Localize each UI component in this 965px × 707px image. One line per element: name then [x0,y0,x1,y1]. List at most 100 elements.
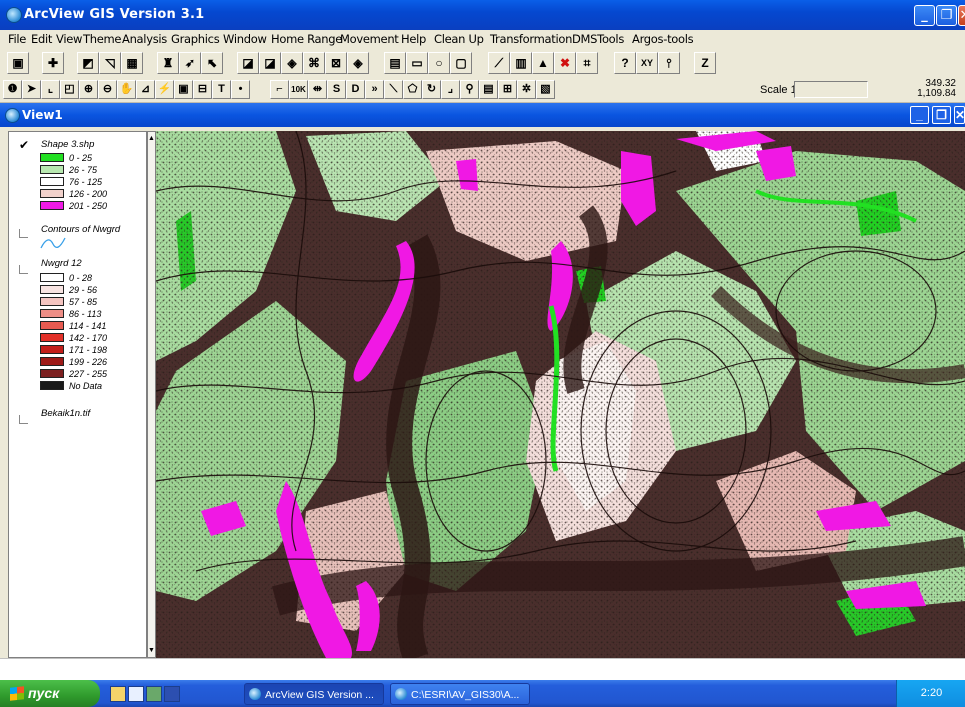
measure-icon[interactable]: ⊿ [136,80,155,99]
grid-icon[interactable]: ⊞ [498,80,517,99]
z-button[interactable]: Z [694,52,716,74]
menu-view[interactable]: View [56,32,82,46]
move-icon[interactable]: ⇹ [308,80,327,99]
zoom-active-icon[interactable]: ◪ [259,52,281,74]
draw-point-icon[interactable]: • [231,80,250,99]
theme-name-contours[interactable]: Contours of Nwgrd [41,224,120,235]
zoom-previous-icon[interactable]: ◈ [347,52,369,74]
zoom-full-icon[interactable]: ◪ [237,52,259,74]
text-tool-icon[interactable]: T [212,80,231,99]
start-button[interactable]: пуск [0,680,100,707]
view-restore-button[interactable]: ❐ [932,106,951,124]
menu-window[interactable]: Window [223,32,267,46]
scroll-up-arrow-icon[interactable]: ▲ [148,134,155,143]
menu-home-range[interactable]: Home Range [271,32,342,46]
identify-icon[interactable]: ❶ [3,80,22,99]
theme-checkbox-nwgrd12[interactable] [19,265,28,274]
shade-icon[interactable]: ✲ [517,80,536,99]
locate-address-icon[interactable]: ➶ [179,52,201,74]
map-display[interactable] [156,131,965,658]
zoom-selected-icon[interactable]: ◈ [281,52,303,74]
app-quicklaunch-icon[interactable] [146,686,162,702]
chart-icon[interactable]: ⟋ [488,52,510,74]
app-close-button[interactable]: ✕ [958,5,965,26]
theme-checkbox-shape3[interactable]: ✔ [19,139,29,151]
theme-checkbox-contours[interactable] [19,229,28,238]
rotate-icon[interactable]: ↻ [422,80,441,99]
app-restore-button[interactable]: ❐ [936,5,957,26]
hot-link-icon[interactable]: ⚡ [155,80,174,99]
pointer-icon[interactable]: ➤ [22,80,41,99]
taskbar: пуск ArcView GIS Version ... C:\ESRI\AV_… [0,680,965,707]
circle-select-icon[interactable]: ○ [428,52,450,74]
word-quicklaunch-icon[interactable] [164,686,180,702]
tenk-icon[interactable]: 10K [289,80,308,99]
query-builder-icon[interactable]: ⬉ [201,52,223,74]
clear-selection-icon[interactable]: ▢ [450,52,472,74]
app-minimize-button[interactable]: _ [914,5,935,26]
theme-name-nwgrd12[interactable]: Nwgrd 12 [41,258,82,269]
extent-icon[interactable]: ⌗ [576,52,598,74]
buffer-icon[interactable]: ▤ [479,80,498,99]
zoom-in-icon[interactable]: ⌘ [303,52,325,74]
menu-analysis[interactable]: Analysis [122,32,167,46]
menu-dmstools[interactable]: DMSTools [572,32,624,46]
select-feature-icon[interactable]: ▤ [384,52,406,74]
find-icon[interactable]: ♜ [157,52,179,74]
theme-name-shape3[interactable]: Shape 3.shp [41,139,94,150]
label-icon[interactable]: ⊟ [193,80,212,99]
theme-checkbox-bekaik[interactable] [19,415,28,424]
snap-icon[interactable]: ⌟ [441,80,460,99]
vertex-edit-icon[interactable]: ⌞ [41,80,60,99]
cursor-coordinates: 349.32 1,109.84 [910,79,956,99]
mountain-icon[interactable]: ▲ [532,52,554,74]
line-icon[interactable]: ⟍ [384,80,403,99]
polygon-icon[interactable]: ⬠ [403,80,422,99]
menu-argos-tools[interactable]: Argos-tools [632,32,694,46]
remove-icon[interactable]: ✖ [554,52,576,74]
select-features-icon[interactable]: ◰ [60,80,79,99]
scroll-down-arrow-icon[interactable]: ▼ [148,646,155,655]
view-close-button[interactable]: ✕ [954,106,965,124]
menu-edit[interactable]: Edit [31,32,52,46]
hatch-icon[interactable]: ▧ [536,80,555,99]
toc-scrollbar[interactable]: ▲ ▼ [147,131,156,658]
theme-properties-icon[interactable]: ◩ [77,52,99,74]
legend-range: 227 - 255 [69,369,108,379]
scale-input[interactable] [794,81,868,98]
windows-logo-icon [10,686,24,701]
zoom-out-tool-icon[interactable]: ⊖ [98,80,117,99]
pan-icon[interactable]: ✋ [117,80,136,99]
menu-file[interactable]: File [8,32,26,46]
search-icon[interactable]: ⚲ [460,80,479,99]
menu-clean-up[interactable]: Clean Up [434,32,484,46]
open-table-icon[interactable]: ▦ [121,52,143,74]
zoom-in-tool-icon[interactable]: ⊕ [79,80,98,99]
folder-quicklaunch-icon[interactable] [110,686,126,702]
theme-name-bekaik[interactable]: Bekaik1n.tif [41,408,90,419]
menu-movement[interactable]: Movement [340,32,399,46]
menu-help[interactable]: Help [401,32,426,46]
menu-theme[interactable]: Theme [83,32,121,46]
menu-transformation[interactable]: Transformation [490,32,572,46]
snap-grid-icon[interactable]: ⌐ [270,80,289,99]
view-minimize-button[interactable]: _ [910,106,929,124]
s-button[interactable]: S [327,80,346,99]
area-of-interest-icon[interactable]: ▣ [174,80,193,99]
edit-legend-icon[interactable]: ◹ [99,52,121,74]
task-explorer[interactable]: C:\ESRI\AV_GIS30\A... [390,683,530,705]
menu-graphics[interactable]: Graphics [171,32,220,46]
task-arcview[interactable]: ArcView GIS Version ... [244,683,384,705]
map-canvas[interactable] [156,131,965,658]
rectangle-select-icon[interactable]: ▭ [406,52,428,74]
pin-icon[interactable]: ⫯ [658,52,680,74]
notepad-quicklaunch-icon[interactable] [128,686,144,702]
zoom-out-icon[interactable]: ⊠ [325,52,347,74]
help-icon[interactable]: ? [614,52,636,74]
add-theme-icon[interactable]: ✚ [42,52,64,74]
forward-icon[interactable]: » [365,80,384,99]
xy-icon[interactable]: XY [636,52,658,74]
d-button[interactable]: D [346,80,365,99]
layout-icon[interactable]: ▥ [510,52,532,74]
save-icon[interactable]: ▣ [7,52,29,74]
